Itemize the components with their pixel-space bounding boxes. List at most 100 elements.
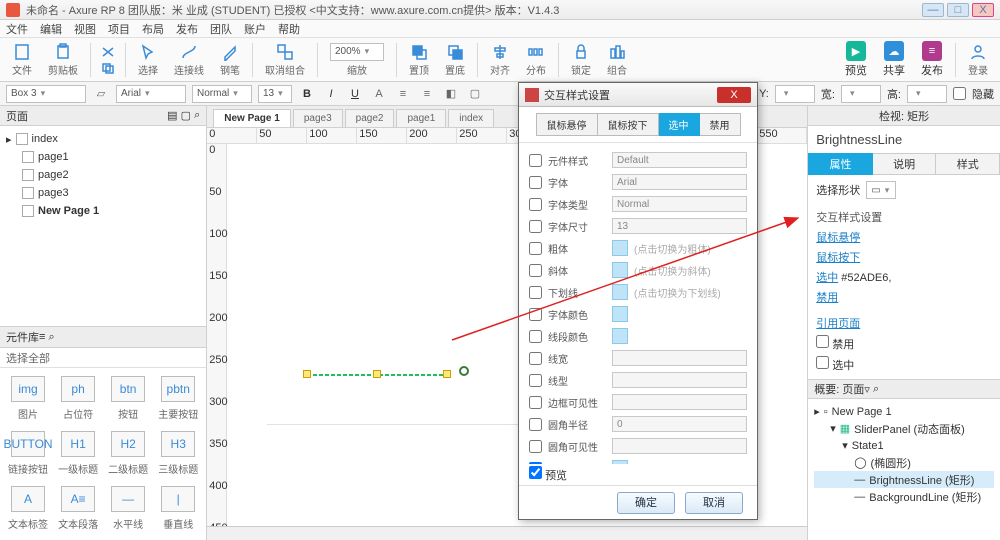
lib-主要按钮[interactable]: pbtn主要按钮 [154, 372, 202, 425]
dlg-check[interactable] [529, 396, 542, 409]
lib-二级标题[interactable]: H2二级标题 [104, 427, 152, 480]
lib-按钮[interactable]: btn按钮 [104, 372, 152, 425]
publish-button[interactable]: ≡发布 [915, 39, 949, 80]
outline-brightnessline[interactable]: — BrightnessLine (矩形) [814, 471, 994, 488]
group-button[interactable]: 组合 [601, 41, 633, 79]
ok-button[interactable]: 确定 [617, 492, 675, 514]
dlg-check[interactable] [529, 308, 542, 321]
ungroup-button[interactable]: 取消组合 [259, 41, 311, 79]
tab-page1[interactable]: page1 [396, 109, 446, 127]
outline-root[interactable]: ▸ ▫ New Page 1 [814, 403, 994, 420]
dlg-check[interactable] [529, 220, 542, 233]
cut-button[interactable] [97, 45, 119, 59]
font-combo[interactable]: Arial [116, 85, 186, 103]
align-center-button[interactable]: ≡ [418, 85, 436, 103]
preview-button[interactable]: ▶预览 [839, 39, 873, 80]
selected-link[interactable]: 选中 [816, 272, 838, 284]
dlg-ctl[interactable] [612, 350, 747, 366]
hidden-checkbox[interactable] [953, 87, 966, 100]
pen-tool[interactable]: 钢笔 [214, 41, 246, 79]
underline-button[interactable]: U [346, 85, 364, 103]
dialog-tab-disabled[interactable]: 禁用 [700, 113, 741, 136]
cancel-button[interactable]: 取消 [685, 492, 743, 514]
tab-index[interactable]: index [448, 109, 494, 127]
outline-search-icon[interactable]: ⌕ [873, 383, 879, 396]
select-tool[interactable]: 选择 [132, 41, 164, 79]
tree-page3[interactable]: page3 [0, 184, 206, 202]
lib-三级标题[interactable]: H3三级标题 [154, 427, 202, 480]
border-color-button[interactable]: ▢ [466, 85, 484, 103]
preview-checkbox[interactable] [529, 466, 542, 479]
file-button[interactable]: 文件 [6, 41, 38, 79]
bring-front-button[interactable]: 置顶 [403, 41, 435, 79]
search-icon[interactable]: ⌕ [194, 109, 200, 122]
dialog-titlebar[interactable]: 交互样式设置 X [519, 83, 757, 107]
dlg-check[interactable] [529, 264, 542, 277]
tree-page1[interactable]: page1 [0, 148, 206, 166]
inspector-tab-notes[interactable]: 说明 [873, 153, 937, 175]
menu-view[interactable]: 视图 [74, 21, 96, 37]
menu-file[interactable]: 文件 [6, 21, 28, 37]
size-combo[interactable]: 13 [258, 85, 292, 103]
lib-文本标签[interactable]: A文本标签 [4, 482, 52, 535]
library-select-all[interactable]: 选择全部 [0, 348, 206, 368]
dialog-tab-mousedown[interactable]: 鼠标按下 [598, 113, 659, 136]
connect-tool[interactable]: 连接线 [168, 41, 210, 79]
shape-picker[interactable]: ▭ [866, 181, 896, 199]
align-button[interactable]: 对齐 [484, 41, 516, 79]
tree-index[interactable]: ▸index [0, 130, 206, 148]
minimize-button[interactable]: — [922, 3, 944, 17]
inspector-tab-props[interactable]: 属性 [808, 153, 873, 175]
lib-链接按钮[interactable]: BUTTON链接按钮 [4, 427, 52, 480]
brightness-line-widget[interactable] [307, 374, 447, 376]
h-input[interactable] [907, 85, 947, 103]
dlg-ctl[interactable]: Arial [612, 174, 747, 190]
menu-edit[interactable]: 编辑 [40, 21, 62, 37]
dlg-check[interactable] [529, 330, 542, 343]
dlg-check[interactable] [529, 242, 542, 255]
align-left-button[interactable]: ≡ [394, 85, 412, 103]
weight-combo[interactable]: Normal [192, 85, 252, 103]
dlg-ctl[interactable] [612, 372, 747, 388]
lib-文本段落[interactable]: A≡文本段落 [54, 482, 102, 535]
close-button[interactable]: X [972, 3, 994, 17]
dlg-swatch[interactable] [612, 262, 628, 278]
outline-sliderpanel[interactable]: ▾ ▦ SliderPanel (动态面板) [814, 420, 994, 437]
zoom-combo[interactable]: 200%缩放 [324, 41, 390, 79]
share-button[interactable]: ☁共享 [877, 39, 911, 80]
h-scrollbar[interactable] [207, 526, 807, 540]
shape-combo[interactable]: Box 3 [6, 85, 86, 103]
hover-link[interactable]: 鼠标悬停 [816, 232, 860, 244]
dialog-close-button[interactable]: X [717, 87, 751, 103]
fill-swatch[interactable]: ▱ [92, 85, 110, 103]
dlg-check[interactable] [529, 154, 542, 167]
lib-水平线[interactable]: —水平线 [104, 482, 152, 535]
lib-占位符[interactable]: ph占位符 [54, 372, 102, 425]
lib-垂直线[interactable]: |垂直线 [154, 482, 202, 535]
tab-newpage1[interactable]: New Page 1 [213, 109, 291, 127]
lib-一级标题[interactable]: H1一级标题 [54, 427, 102, 480]
menu-project[interactable]: 项目 [108, 21, 130, 37]
fill-color-button[interactable]: ◧ [442, 85, 460, 103]
dlg-ctl[interactable] [612, 438, 747, 454]
text-color-button[interactable]: A [370, 85, 388, 103]
dlg-check[interactable] [529, 374, 542, 387]
tree-page2[interactable]: page2 [0, 166, 206, 184]
dlg-check[interactable] [529, 440, 542, 453]
italic-button[interactable]: I [322, 85, 340, 103]
menu-layout[interactable]: 布局 [142, 21, 164, 37]
dlg-swatch[interactable] [612, 328, 628, 344]
dlg-check[interactable] [529, 418, 542, 431]
copy-button[interactable] [97, 61, 119, 75]
disabled-link[interactable]: 禁用 [816, 292, 838, 304]
lock-button[interactable]: 锁定 [565, 41, 597, 79]
outline-state1[interactable]: ▾ State1 [814, 437, 994, 454]
reference-page-link[interactable]: 引用页面 [816, 318, 860, 330]
dlg-check[interactable] [529, 176, 542, 189]
lib-search-icon[interactable]: ⌕ [48, 331, 54, 344]
menu-account[interactable]: 账户 [244, 21, 266, 37]
dlg-swatch[interactable] [612, 306, 628, 322]
mousedown-link[interactable]: 鼠标按下 [816, 252, 860, 264]
dlg-ctl[interactable]: Default [612, 152, 747, 168]
login-button[interactable]: 登录 [962, 41, 994, 79]
